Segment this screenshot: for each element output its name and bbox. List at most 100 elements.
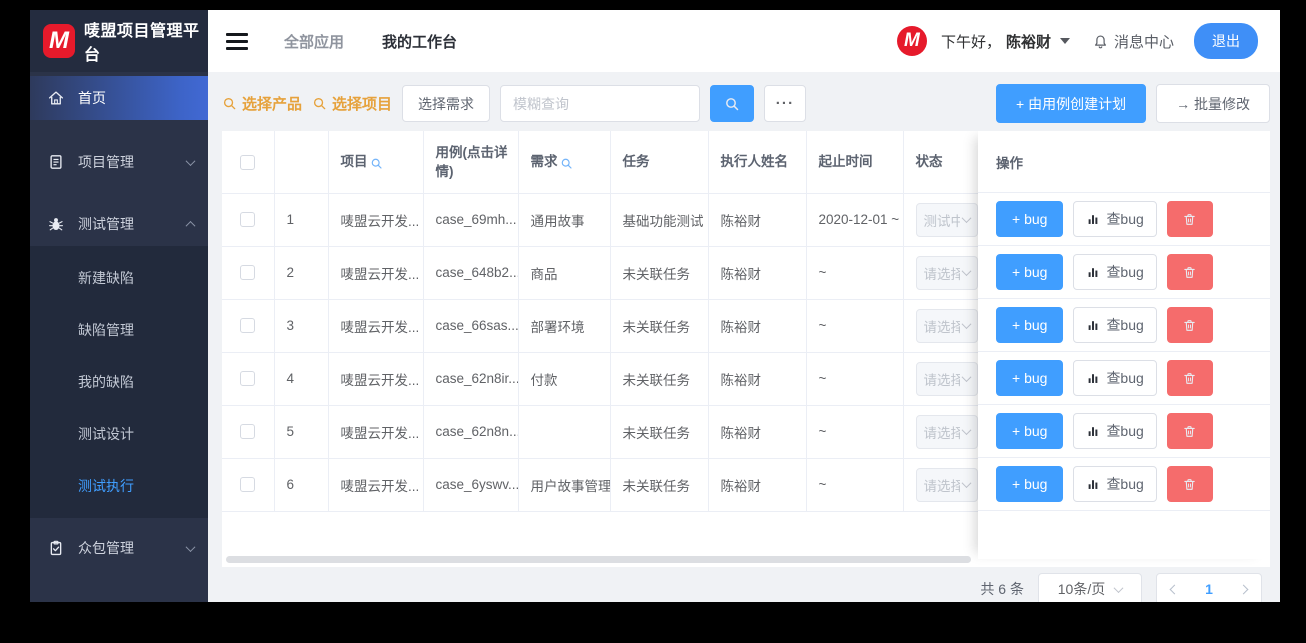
view-bug-button[interactable]: 查bug bbox=[1073, 466, 1157, 502]
sidebar-item-my-defects[interactable]: 我的缺陷 bbox=[30, 356, 208, 408]
sidebar-item-test-mgmt[interactable]: 测试管理 bbox=[30, 202, 208, 246]
sidebar-item-test-design[interactable]: 测试设计 bbox=[30, 408, 208, 460]
horizontal-scrollbar[interactable] bbox=[226, 556, 971, 563]
logout-button[interactable]: 退出 bbox=[1194, 23, 1258, 59]
row-checkbox[interactable] bbox=[240, 371, 256, 387]
page-size-select[interactable]: 10条/页 bbox=[1038, 573, 1142, 602]
bar-chart-icon bbox=[1086, 477, 1100, 491]
chevron-down-icon bbox=[961, 213, 971, 224]
cell-task: 基础功能测试 bbox=[610, 193, 709, 247]
col-task: 任务 bbox=[610, 131, 709, 194]
col-project[interactable]: 项目 bbox=[328, 131, 424, 194]
search-button[interactable] bbox=[710, 85, 755, 122]
row-actions: + bug 查bug bbox=[978, 352, 1270, 405]
cell-task: 未关联任务 bbox=[610, 405, 709, 459]
status-select[interactable]: 测试中 bbox=[915, 202, 978, 237]
sidebar-item-clipped[interactable] bbox=[30, 594, 208, 602]
sidebar-item-new-defect[interactable]: 新建缺陷 bbox=[30, 252, 208, 304]
status-select[interactable]: 请选择 bbox=[915, 308, 978, 343]
delete-button[interactable] bbox=[1166, 307, 1213, 343]
user-menu[interactable]: 下午好， 陈裕财 bbox=[941, 31, 1070, 52]
sidebar-item-test-execution[interactable]: 测试执行 bbox=[30, 460, 208, 512]
select-requirement-button[interactable]: 选择需求 bbox=[402, 85, 491, 122]
view-bug-button[interactable]: 查bug bbox=[1073, 360, 1157, 396]
status-select[interactable]: 请选择 bbox=[915, 361, 978, 396]
select-project-label: 选择项目 bbox=[332, 96, 393, 113]
cell-requirement bbox=[518, 405, 611, 459]
avatar[interactable]: M bbox=[896, 26, 927, 56]
select-product-link[interactable]: 选择产品 bbox=[222, 93, 302, 114]
bell-icon bbox=[1092, 33, 1109, 50]
select-project-link[interactable]: 选择项目 bbox=[312, 93, 392, 114]
delete-button[interactable] bbox=[1166, 413, 1213, 449]
view-bug-button[interactable]: 查bug bbox=[1073, 201, 1157, 237]
delete-button[interactable] bbox=[1166, 360, 1213, 396]
cell-usecase[interactable]: case_69mh... bbox=[423, 193, 519, 247]
app-window: M 唛盟项目管理平台 首页 项目管理 测试管理 新建缺陷 缺陷管理 我的缺陷 测… bbox=[30, 10, 1280, 602]
nav-all-apps[interactable]: 全部应用 bbox=[284, 31, 344, 52]
select-all-checkbox[interactable] bbox=[240, 155, 256, 171]
menu-toggle-icon[interactable] bbox=[226, 32, 248, 50]
add-bug-button[interactable]: + bug bbox=[996, 413, 1064, 449]
cell-task: 未关联任务 bbox=[610, 299, 709, 353]
chevron-down-icon bbox=[961, 319, 971, 330]
sidebar-menu: 首页 项目管理 测试管理 新建缺陷 缺陷管理 我的缺陷 测试设计 测试执行 众包… bbox=[30, 72, 208, 602]
trash-icon bbox=[1182, 371, 1197, 386]
add-bug-button[interactable]: + bug bbox=[996, 466, 1064, 502]
view-bug-button[interactable]: 查bug bbox=[1073, 413, 1157, 449]
add-bug-button[interactable]: + bug bbox=[996, 360, 1064, 396]
cell-dates: ~ bbox=[806, 246, 904, 300]
status-select[interactable]: 请选择 bbox=[915, 255, 978, 290]
view-bug-button[interactable]: 查bug bbox=[1073, 307, 1157, 343]
view-bug-button[interactable]: 查bug bbox=[1073, 254, 1157, 290]
topbar: 全部应用 我的工作台 M 下午好， 陈裕财 消息中心 退出 bbox=[208, 10, 1280, 72]
sidebar-item-defect-mgmt[interactable]: 缺陷管理 bbox=[30, 304, 208, 356]
nav-my-workspace[interactable]: 我的工作台 bbox=[382, 31, 457, 52]
ellipsis-icon: ... bbox=[775, 91, 795, 108]
cell-usecase[interactable]: case_648b2... bbox=[423, 246, 519, 300]
fuzzy-search-input[interactable] bbox=[500, 85, 701, 122]
row-checkbox[interactable] bbox=[240, 477, 256, 493]
batch-edit-button[interactable]: → 批量修改 bbox=[1156, 84, 1270, 123]
cell-dates: ~ bbox=[806, 352, 904, 406]
cell-executor: 陈裕财 bbox=[708, 246, 807, 300]
cell-project: 唛盟云开发... bbox=[328, 405, 424, 459]
add-bug-button[interactable]: + bug bbox=[996, 201, 1064, 237]
delete-button[interactable] bbox=[1166, 466, 1213, 502]
add-bug-button[interactable]: + bug bbox=[996, 307, 1064, 343]
cell-index: 3 bbox=[274, 299, 329, 353]
delete-button[interactable] bbox=[1166, 201, 1213, 237]
delete-button[interactable] bbox=[1166, 254, 1213, 290]
topbar-right: M 下午好， 陈裕财 消息中心 退出 bbox=[896, 23, 1258, 59]
chevron-down-icon bbox=[961, 425, 971, 436]
cell-usecase[interactable]: case_66sas... bbox=[423, 299, 519, 353]
cell-executor: 陈裕财 bbox=[708, 193, 807, 247]
status-select[interactable]: 请选择 bbox=[915, 467, 978, 502]
trash-icon bbox=[1182, 424, 1197, 439]
page-number[interactable]: 1 bbox=[1205, 581, 1213, 597]
more-filters-button[interactable]: ... bbox=[764, 85, 807, 122]
row-checkbox[interactable] bbox=[240, 318, 256, 334]
cell-usecase[interactable]: case_6yswv... bbox=[423, 458, 519, 512]
create-plan-button[interactable]: + 由用例创建计划 bbox=[996, 84, 1147, 123]
add-bug-button[interactable]: + bug bbox=[996, 254, 1064, 290]
sidebar: M 唛盟项目管理平台 首页 项目管理 测试管理 新建缺陷 缺陷管理 我的缺陷 测… bbox=[30, 10, 208, 602]
cell-usecase[interactable]: case_62n8n... bbox=[423, 405, 519, 459]
row-checkbox[interactable] bbox=[240, 424, 256, 440]
row-checkbox[interactable] bbox=[240, 265, 256, 281]
cell-index: 5 bbox=[274, 405, 329, 459]
sidebar-item-crowdsourcing[interactable]: 众包管理 bbox=[30, 526, 208, 570]
chevron-left-icon bbox=[1169, 584, 1180, 594]
next-page-button[interactable] bbox=[1238, 584, 1249, 594]
cell-project: 唛盟云开发... bbox=[328, 458, 424, 512]
message-center[interactable]: 消息中心 bbox=[1092, 31, 1174, 52]
col-requirement[interactable]: 需求 bbox=[518, 131, 611, 194]
row-checkbox[interactable] bbox=[240, 212, 256, 228]
prev-page-button[interactable] bbox=[1169, 584, 1180, 594]
cell-usecase[interactable]: case_62n8ir... bbox=[423, 352, 519, 406]
sidebar-item-home[interactable]: 首页 bbox=[30, 76, 208, 120]
cell-index: 4 bbox=[274, 352, 329, 406]
status-select[interactable]: 请选择 bbox=[915, 414, 978, 449]
clipboard-icon bbox=[47, 539, 65, 557]
sidebar-item-project-mgmt[interactable]: 项目管理 bbox=[30, 140, 208, 184]
